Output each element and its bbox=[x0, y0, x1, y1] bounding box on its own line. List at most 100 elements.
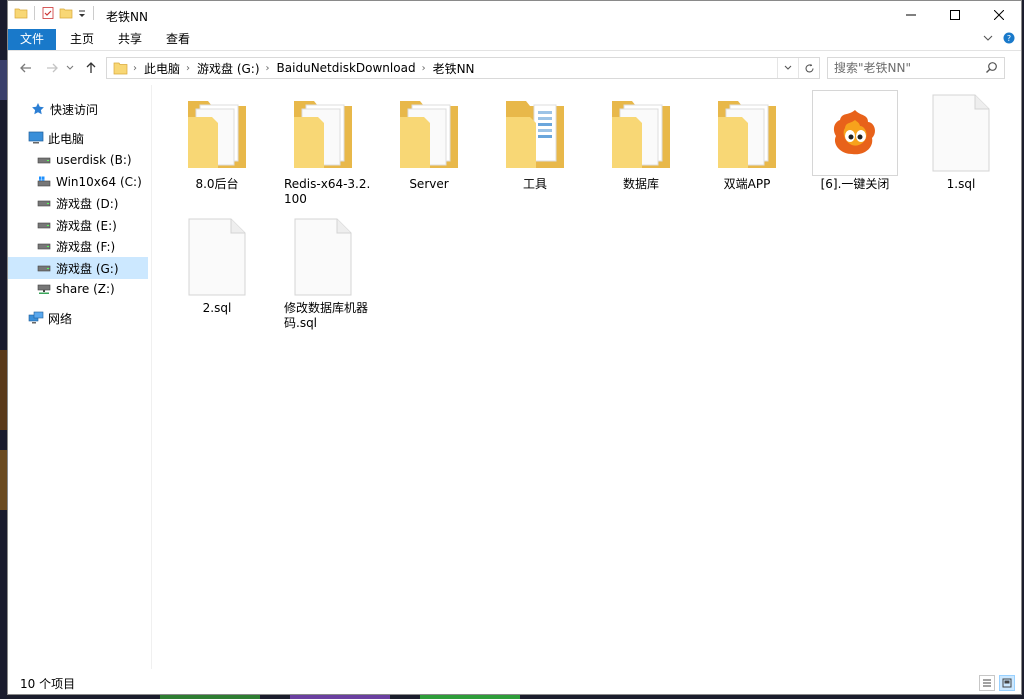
network-drive-icon bbox=[36, 281, 52, 297]
tab-home[interactable]: 主页 bbox=[58, 29, 106, 50]
window-controls bbox=[889, 1, 1021, 29]
file-name: [6].一键关闭 bbox=[820, 177, 890, 191]
nav-label: 快速访问 bbox=[50, 102, 99, 117]
refresh-button[interactable] bbox=[798, 58, 819, 78]
address-tools bbox=[777, 58, 819, 78]
drive-icon bbox=[36, 260, 52, 276]
back-button[interactable] bbox=[18, 60, 34, 76]
file-item-folder[interactable]: 数据库 bbox=[588, 85, 694, 192]
address-history-button[interactable] bbox=[777, 58, 798, 78]
nav-this-pc[interactable]: 此电脑 bbox=[8, 127, 168, 149]
nav-quick-access[interactable]: 快速访问 bbox=[8, 98, 170, 120]
title-bar: 老铁NN bbox=[8, 1, 1021, 29]
file-item-sql[interactable]: 2.sql bbox=[164, 209, 270, 316]
search-placeholder: 搜索"老铁NN" bbox=[834, 61, 911, 75]
breadcrumb-drive-g[interactable]: 游戏盘 (G:) bbox=[197, 60, 260, 77]
large-icons-view-button[interactable] bbox=[999, 675, 1015, 691]
navigation-pane: 快速访问 此电脑 userdisk (B:) Win10x64 (C:) 游戏盘… bbox=[8, 85, 151, 669]
file-item-folder[interactable]: 8.0后台 bbox=[164, 85, 270, 192]
file-name: 数据库 bbox=[622, 177, 659, 191]
flame-mascot-icon bbox=[812, 90, 898, 176]
address-bar[interactable]: › 此电脑 › 游戏盘 (G:) › BaiduNetdiskDownload … bbox=[106, 57, 820, 79]
nav-label: 游戏盘 (E:) bbox=[56, 218, 117, 233]
help-icon[interactable]: ? bbox=[1003, 32, 1015, 44]
minimize-icon bbox=[906, 14, 916, 16]
ribbon-tabs: 文件 主页 共享 查看 ? bbox=[8, 29, 1021, 51]
star-icon bbox=[30, 101, 46, 117]
explorer-window: 老铁NN 文件 主页 共享 查看 ? › 此电脑 › 游戏盘 (G:) › Ba… bbox=[7, 0, 1022, 695]
folder-icon bbox=[400, 101, 458, 168]
tab-file[interactable]: 文件 bbox=[8, 29, 56, 50]
document-icon bbox=[932, 94, 990, 172]
nav-label: userdisk (B:) bbox=[56, 153, 132, 167]
close-button[interactable] bbox=[977, 1, 1021, 29]
details-view-button[interactable] bbox=[979, 675, 995, 691]
properties-icon[interactable] bbox=[41, 6, 55, 20]
nav-label: 此电脑 bbox=[48, 131, 85, 146]
network-icon bbox=[28, 310, 44, 326]
chevron-down-icon bbox=[784, 65, 792, 70]
expand-ribbon-icon[interactable] bbox=[983, 33, 993, 43]
nav-label: Win10x64 (C:) bbox=[56, 175, 142, 189]
breadcrumb-separator[interactable]: › bbox=[133, 63, 137, 74]
breadcrumb-separator[interactable]: › bbox=[422, 63, 426, 74]
large-icons-view-icon bbox=[1002, 678, 1012, 688]
file-view: 8.0后台 Redis-x64-3.2.100 Server 工具 数据库 双端… bbox=[152, 85, 1017, 669]
breadcrumb-baidunetdisk[interactable]: BaiduNetdiskDownload bbox=[277, 61, 416, 75]
file-name: 双端APP bbox=[723, 177, 771, 191]
nav-label: 游戏盘 (G:) bbox=[56, 261, 119, 276]
forward-button[interactable] bbox=[44, 60, 60, 76]
item-count: 10 个项目 bbox=[20, 677, 76, 691]
system-drive-icon bbox=[36, 174, 52, 190]
new-folder-icon[interactable] bbox=[59, 6, 73, 20]
tab-share[interactable]: 共享 bbox=[106, 29, 154, 50]
nav-drive-g[interactable]: 游戏盘 (G:) bbox=[8, 257, 148, 279]
maximize-icon bbox=[950, 10, 960, 20]
maximize-button[interactable] bbox=[933, 1, 977, 29]
file-item-sql[interactable]: 1.sql bbox=[908, 85, 1014, 192]
document-icon bbox=[188, 218, 246, 296]
search-icon[interactable] bbox=[985, 61, 998, 74]
drive-icon bbox=[36, 217, 52, 233]
breadcrumb-current[interactable]: 老铁NN bbox=[433, 60, 475, 77]
file-name: 1.sql bbox=[946, 177, 976, 191]
folder-icon bbox=[506, 101, 564, 168]
nav-label: 游戏盘 (F:) bbox=[56, 239, 116, 254]
file-name: 修改数据库机器码.sql bbox=[284, 301, 369, 330]
file-item-folder[interactable]: 工具 bbox=[482, 85, 588, 192]
svg-text:?: ? bbox=[1007, 34, 1011, 43]
file-item-folder[interactable]: 双端APP bbox=[694, 85, 800, 192]
drive-icon bbox=[36, 152, 52, 168]
search-input[interactable]: 搜索"老铁NN" bbox=[827, 57, 1005, 79]
toolbar-separator bbox=[93, 6, 94, 20]
nav-label: share (Z:) bbox=[56, 282, 115, 296]
file-name: 工具 bbox=[522, 177, 547, 191]
customize-dropdown-icon[interactable] bbox=[77, 6, 87, 20]
file-item-folder[interactable]: Server bbox=[376, 85, 482, 192]
folder-icon bbox=[113, 62, 128, 75]
breadcrumb-separator[interactable]: › bbox=[186, 63, 190, 74]
nav-label: 游戏盘 (D:) bbox=[56, 196, 119, 211]
folder-icon bbox=[14, 8, 28, 19]
window-title: 老铁NN bbox=[106, 10, 148, 24]
recent-locations-button[interactable] bbox=[65, 60, 75, 76]
document-icon bbox=[294, 218, 352, 296]
toolbar-separator bbox=[34, 6, 35, 20]
nav-network[interactable]: 网络 bbox=[8, 307, 168, 329]
refresh-icon bbox=[804, 63, 814, 72]
file-item-sql[interactable]: 修改数据库机器码.sql bbox=[270, 209, 376, 331]
up-button[interactable] bbox=[83, 60, 99, 76]
file-item-app[interactable]: [6].一键关闭 bbox=[802, 85, 908, 192]
file-item-folder[interactable]: Redis-x64-3.2.100 bbox=[270, 85, 376, 207]
file-name: 2.sql bbox=[202, 301, 232, 315]
chevron-down-icon bbox=[66, 65, 74, 70]
minimize-button[interactable] bbox=[889, 1, 933, 29]
breadcrumb-this-pc[interactable]: 此电脑 bbox=[144, 60, 180, 77]
breadcrumb-separator[interactable]: › bbox=[266, 63, 270, 74]
computer-icon bbox=[28, 130, 44, 146]
arrow-up-icon bbox=[86, 62, 96, 73]
status-bar: 10 个项目 bbox=[8, 675, 1021, 695]
folder-icon bbox=[294, 101, 352, 168]
tab-view[interactable]: 查看 bbox=[154, 29, 202, 50]
ribbon-controls: ? bbox=[983, 32, 1015, 44]
